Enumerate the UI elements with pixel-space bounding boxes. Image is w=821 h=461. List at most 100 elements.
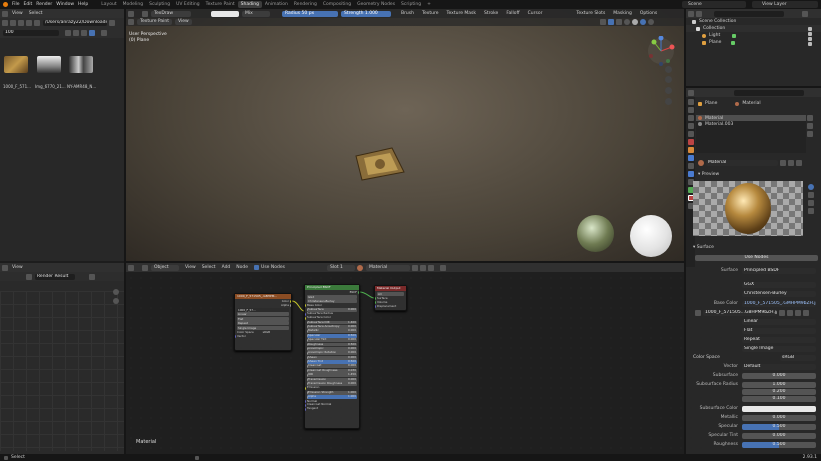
tab-compositing[interactable]: Compositing: [320, 1, 354, 8]
fake-user-icon[interactable]: [779, 310, 785, 316]
use-nodes-button[interactable]: Use Nodes: [695, 255, 818, 261]
bsdf-input-alpha[interactable]: Alpha 1.000: [307, 395, 357, 400]
editor-type-icon[interactable]: [128, 10, 134, 17]
file-search-input[interactable]: 100: [3, 30, 59, 36]
gear-icon[interactable]: [101, 30, 107, 36]
bsdf-input-roughness[interactable]: Roughness 0.500: [307, 342, 357, 347]
bsdf-input-anisotropic[interactable]: Anisotropic 0.000: [307, 346, 357, 351]
bsdf-input-emission-strength[interactable]: Emission Strength 1.000: [307, 390, 357, 395]
new-folder-icon[interactable]: [34, 20, 40, 26]
shading-solid-icon[interactable]: [631, 19, 638, 25]
back-icon[interactable]: [2, 20, 8, 26]
extension-dropdown[interactable]: Repeat: [237, 321, 289, 325]
tab-geometry-nodes[interactable]: Geometry Nodes: [354, 1, 398, 8]
input-socket[interactable]: [305, 303, 306, 307]
object-icon[interactable]: [687, 147, 694, 153]
outliner-search[interactable]: [714, 10, 784, 17]
brush-color-swatch[interactable]: [211, 10, 239, 17]
blend-mode-dropdown[interactable]: Mix: [242, 10, 270, 17]
folder-icon[interactable]: [795, 310, 801, 316]
material-datablock-field[interactable]: Material: [706, 160, 778, 166]
input-socket[interactable]: [307, 338, 308, 342]
input-socket[interactable]: [307, 395, 308, 399]
source-dropdown[interactable]: Single Image: [237, 325, 289, 330]
display-mode-icon[interactable]: [696, 10, 702, 17]
input-socket[interactable]: [305, 316, 306, 320]
subsurface-radius-z[interactable]: 0.100: [742, 396, 816, 402]
textured-plane[interactable]: [348, 144, 410, 184]
bsdf-input-transmission-roughness[interactable]: Transmission Roughness 0.000: [307, 382, 357, 386]
interpolation-dropdown[interactable]: Linear: [742, 319, 816, 325]
tab-scripting[interactable]: Scripting: [398, 1, 424, 8]
subsurface-method-dropdown[interactable]: Christensen-Burley: [307, 299, 357, 303]
bsdf-input-base-color[interactable]: Base Color: [305, 304, 359, 308]
tab-texture-paint[interactable]: Texture Paint: [203, 1, 238, 8]
extension-dropdown[interactable]: Repeat: [742, 337, 816, 343]
menu-file[interactable]: File: [12, 2, 20, 7]
eye-icon[interactable]: [808, 27, 812, 31]
material-browse-icon[interactable]: [698, 160, 704, 166]
subsurface-color-swatch[interactable]: [742, 406, 816, 412]
forward-icon[interactable]: [10, 20, 16, 26]
mode-dropdown[interactable]: Texture Paint: [137, 19, 173, 25]
refresh-icon[interactable]: [26, 20, 32, 26]
hand-icon[interactable]: [113, 298, 119, 304]
specular-field[interactable]: 0.500: [742, 424, 816, 430]
bsdf-input-subsurface[interactable]: Subsurface 0.000: [307, 307, 357, 312]
overlay-toggle-icon[interactable]: [607, 19, 614, 25]
menu-texture[interactable]: Texture: [422, 11, 438, 16]
brush-selector[interactable]: TexDraw: [151, 10, 191, 17]
projection-dropdown[interactable]: Flat: [742, 328, 816, 334]
menu-stroke[interactable]: Stroke: [484, 11, 498, 16]
material-slot-2[interactable]: Material.003: [696, 121, 806, 127]
unlink-icon[interactable]: [796, 160, 802, 166]
image-texture-node[interactable]: 1000_F_571505_.GBHPM... Color Alpha 1000…: [234, 293, 292, 351]
filter-icon[interactable]: [89, 30, 95, 36]
file-select-menu[interactable]: Select: [29, 11, 43, 16]
ortho-toggle-icon[interactable]: [665, 98, 672, 105]
bsdf-input-sheen[interactable]: Sheen 0.000: [307, 355, 357, 360]
tab-uv-editing[interactable]: UV Editing: [173, 1, 202, 8]
fake-user-icon[interactable]: [780, 160, 786, 166]
zoom-icon[interactable]: [113, 289, 119, 295]
editor-type-icon[interactable]: [688, 89, 694, 96]
eye-icon[interactable]: [808, 37, 812, 41]
bsdf-input-anisotropic-rotation[interactable]: Anisotropic Rotation 0.000: [307, 351, 357, 356]
tab-modeling[interactable]: Modeling: [120, 1, 146, 8]
blender-logo-icon[interactable]: [3, 2, 8, 7]
image-icon[interactable]: [695, 310, 701, 316]
editor-type-icon[interactable]: [128, 19, 134, 25]
options-menu[interactable]: Options: [640, 11, 657, 16]
hand-icon[interactable]: [665, 76, 672, 83]
preview-sphere-icon[interactable]: [808, 184, 814, 190]
input-socket[interactable]: [305, 407, 306, 411]
filter-icon[interactable]: [802, 10, 808, 17]
outliner-item-plane[interactable]: Plane: [686, 39, 821, 46]
scene-icon[interactable]: [687, 131, 694, 137]
zoom-icon[interactable]: [665, 66, 672, 73]
tab-sculpting[interactable]: Sculpting: [146, 1, 173, 8]
preview-hair-icon[interactable]: [808, 200, 814, 206]
editor-type-icon[interactable]: [2, 264, 8, 271]
tab-shading[interactable]: Shading: [237, 1, 262, 8]
menu-render[interactable]: Render: [36, 2, 52, 7]
subsurface-radius-y[interactable]: 0.200: [742, 389, 816, 395]
image-selector[interactable]: 1000_F_57...: [237, 307, 289, 312]
thumbnail-size-icon[interactable]: [73, 30, 79, 36]
eye-icon[interactable]: [808, 32, 812, 36]
principled-bsdf-node[interactable]: Principled BSDF BSDF GGX Christensen-Bur…: [304, 284, 360, 429]
remove-slot-icon[interactable]: [807, 123, 813, 129]
bsdf-input-subsurface-color[interactable]: Subsurface Color: [305, 316, 359, 320]
scene-selector[interactable]: Scene: [682, 1, 746, 8]
3d-viewport[interactable]: TexDraw Mix Radius 50 px Strength 1.000 …: [126, 9, 684, 261]
file-thumbnail-2[interactable]: [37, 56, 61, 73]
bsdf-input-metallic[interactable]: Metallic 0.000: [307, 329, 357, 334]
preview-cube-icon[interactable]: [808, 192, 814, 198]
shader-node-editor[interactable]: Object View Select Add Node Use Nodes Sl…: [126, 263, 684, 454]
outliner-item-light[interactable]: Light: [686, 32, 821, 39]
tab-layout[interactable]: Layout: [98, 1, 119, 8]
viewport-view-menu[interactable]: View: [175, 19, 192, 25]
duplicate-icon[interactable]: [787, 310, 793, 316]
gizmo-toggle-icon[interactable]: [599, 19, 606, 25]
eye-icon[interactable]: [808, 42, 812, 46]
